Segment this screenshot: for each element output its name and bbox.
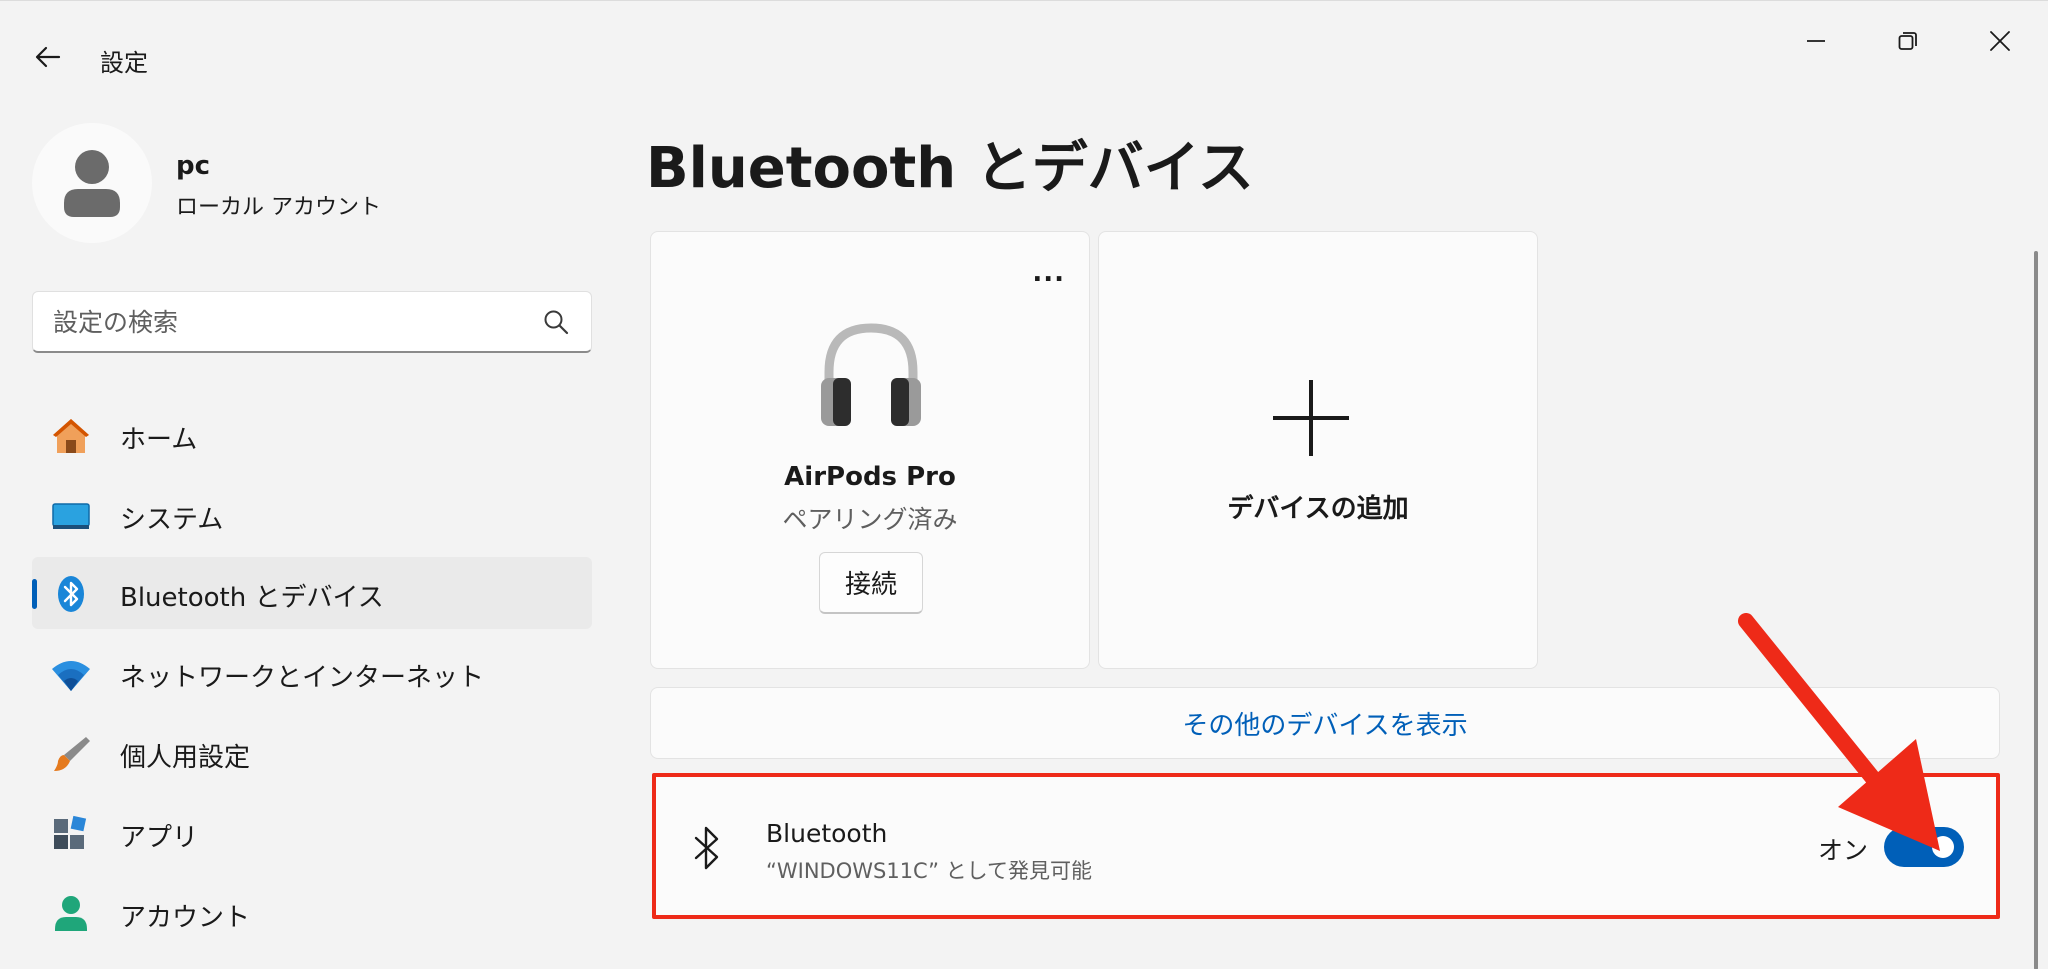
settings-window: 設定 pc ローカル アカウント 設定の検索 ホーム システム Bluetoot… <box>0 0 2048 969</box>
scrollbar[interactable] <box>2034 251 2038 969</box>
sidebar-item-label: 個人用設定 <box>120 743 251 773</box>
sidebar-item-home[interactable]: ホーム <box>32 399 592 471</box>
app-title: 設定 <box>100 49 148 77</box>
profile-account-type: ローカル アカウント <box>176 195 381 220</box>
device-status: ペアリング済み <box>782 505 958 534</box>
sidebar-item-bluetooth[interactable]: Bluetooth とデバイス <box>32 557 592 629</box>
headphones-icon <box>821 323 921 426</box>
user-silhouette-icon <box>64 150 120 217</box>
show-more-devices-link[interactable]: その他のデバイスを表示 <box>650 687 2000 759</box>
back-button[interactable] <box>28 37 68 77</box>
account-icon <box>55 896 87 931</box>
bluetooth-description: “WINDOWS11C” として発見可能 <box>766 859 1093 883</box>
back-arrow-icon <box>35 46 61 68</box>
toggle-knob <box>1932 836 1954 858</box>
sidebar-item-network[interactable]: ネットワークとインターネット <box>32 637 592 709</box>
search-icon[interactable] <box>543 309 569 335</box>
profile-name: pc <box>176 151 211 181</box>
sidebar-item-accounts[interactable]: アカウント <box>32 877 592 949</box>
sidebar-item-label: ネットワークとインターネット <box>120 663 485 693</box>
sidebar-item-label: アカウント <box>120 903 251 933</box>
add-device-label: デバイスの追加 <box>1227 494 1409 524</box>
close-icon <box>1990 31 2010 51</box>
brush-icon <box>54 737 90 771</box>
wifi-icon <box>52 661 90 691</box>
search-input[interactable] <box>53 302 523 342</box>
apps-icon <box>54 815 87 849</box>
sidebar-item-label: Bluetooth とデバイス <box>120 583 384 613</box>
bluetooth-title: Bluetooth <box>766 819 888 848</box>
sidebar-item-system[interactable]: システム <box>32 479 592 551</box>
close-button[interactable] <box>1970 19 2030 63</box>
system-icon <box>52 503 90 529</box>
plus-icon <box>1273 380 1349 456</box>
sidebar-item-label: アプリ <box>120 823 199 853</box>
title-bar: 設定 <box>0 1 2048 101</box>
avatar[interactable] <box>32 123 152 243</box>
bluetooth-icon <box>694 826 719 870</box>
add-device-card[interactable]: デバイスの追加 <box>1098 231 1538 669</box>
minimize-icon <box>1807 40 1825 42</box>
device-name: AirPods Pro <box>784 462 956 492</box>
sidebar-item-label: システム <box>120 505 224 535</box>
sidebar-item-personalization[interactable]: 個人用設定 <box>32 717 592 789</box>
device-card-airpods[interactable]: ... AirPods Pro ペアリング済み 接続 <box>650 231 1090 669</box>
bluetooth-toggle[interactable] <box>1884 827 1964 867</box>
more-options-button[interactable]: ... <box>1032 258 1065 288</box>
minimize-button[interactable] <box>1786 19 1846 63</box>
restore-button[interactable] <box>1878 19 1938 63</box>
search-box <box>32 291 592 353</box>
bluetooth-state-label: オン <box>1818 836 1869 865</box>
home-icon <box>53 419 89 453</box>
active-indicator <box>32 579 37 609</box>
connect-button[interactable]: 接続 <box>819 552 923 614</box>
restore-icon <box>1898 32 1917 50</box>
bluetooth-setting-row: Bluetooth “WINDOWS11C” として発見可能 オン <box>654 775 1998 917</box>
page-title: Bluetooth とデバイス <box>646 136 1254 201</box>
sidebar-item-apps[interactable]: アプリ <box>32 797 592 869</box>
bluetooth-icon <box>58 576 84 612</box>
sidebar-item-label: ホーム <box>120 425 198 455</box>
